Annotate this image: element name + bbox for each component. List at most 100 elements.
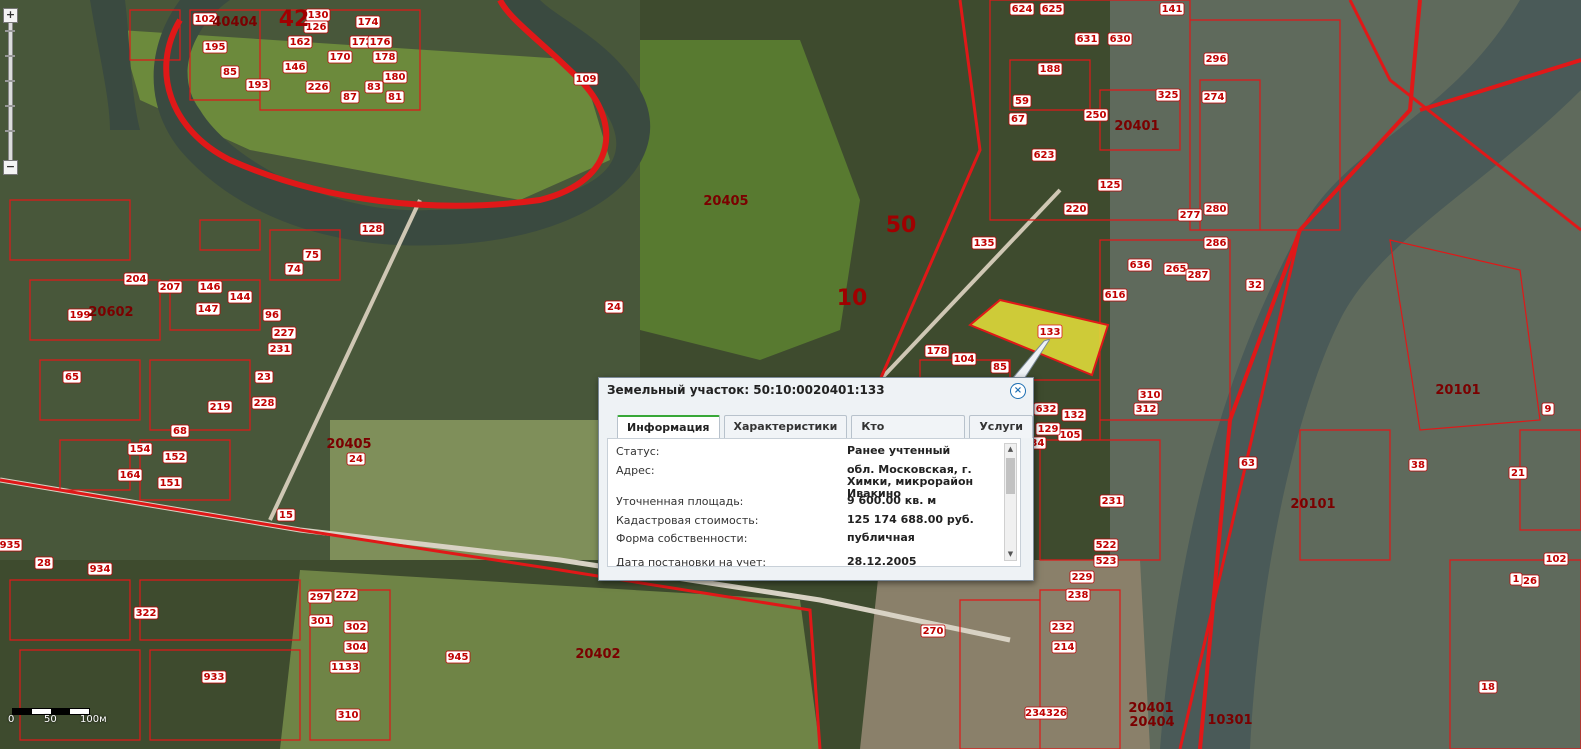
svg-text:146: 146 bbox=[285, 62, 306, 73]
svg-text:178: 178 bbox=[927, 346, 948, 357]
svg-text:277: 277 bbox=[1180, 210, 1201, 221]
parcel-label: 85 bbox=[220, 65, 240, 79]
quarter-label: 20405 bbox=[703, 194, 748, 209]
scale-label-zero: 0 bbox=[8, 714, 15, 725]
zoom-out-button[interactable]: − bbox=[3, 160, 18, 175]
parcel-label: 228 bbox=[251, 396, 277, 410]
zoom-tick bbox=[5, 55, 15, 57]
zoom-slider-track[interactable] bbox=[8, 8, 13, 170]
parcel-label: 934 bbox=[87, 562, 113, 576]
scroll-thumb[interactable] bbox=[1006, 458, 1015, 494]
parcel-label: 85 bbox=[990, 360, 1010, 374]
svg-text:297: 297 bbox=[310, 592, 331, 603]
quarter-label: 10 bbox=[837, 286, 868, 311]
parcel-label: 238 bbox=[1065, 588, 1091, 602]
popup-scrollbar[interactable]: ▲ ▼ bbox=[1004, 443, 1017, 561]
svg-text:23: 23 bbox=[257, 372, 271, 383]
parcel-label: 15 bbox=[276, 508, 296, 522]
popup-content[interactable]: Статус: Ранее учтенный Адрес: обл. Моско… bbox=[607, 438, 1021, 567]
parcel-label: 623 bbox=[1031, 148, 1057, 162]
parcel-info-popup: Земельный участок: 50:10:0020401:133 × И… bbox=[598, 377, 1034, 581]
map-canvas[interactable]: 133 10219519385109146170172162130126 1741… bbox=[0, 0, 1581, 749]
svg-text:59: 59 bbox=[1015, 96, 1029, 107]
quarter-label: 20402 bbox=[575, 647, 620, 662]
svg-text:146: 146 bbox=[200, 282, 221, 293]
scroll-up-icon[interactable]: ▲ bbox=[1006, 445, 1015, 454]
svg-text:24: 24 bbox=[607, 302, 621, 313]
svg-text:286: 286 bbox=[1206, 238, 1227, 249]
popup-tabs: Информация Характеристики Кто обслуживае… bbox=[617, 415, 1033, 455]
parcel-label: 170 bbox=[327, 50, 353, 64]
parcel-label: 144 bbox=[227, 290, 253, 304]
svg-text:188: 188 bbox=[1040, 64, 1061, 75]
svg-text:15: 15 bbox=[279, 510, 293, 521]
parcel-label: 24 bbox=[604, 300, 624, 314]
tab-information[interactable]: Информация bbox=[617, 415, 720, 439]
svg-text:130: 130 bbox=[308, 10, 329, 21]
svg-text:280: 280 bbox=[1206, 204, 1227, 215]
parcel-label: 277 bbox=[1177, 208, 1203, 222]
svg-text:32: 32 bbox=[1248, 280, 1262, 291]
svg-text:85: 85 bbox=[223, 67, 237, 78]
parcel-label: 265 bbox=[1163, 262, 1189, 276]
parcel-label: 193 bbox=[245, 78, 271, 92]
parcel-label: 270 bbox=[920, 624, 946, 638]
parcel-label: 301 bbox=[308, 614, 334, 628]
popup-pointer bbox=[1011, 339, 1050, 379]
zoom-in-button[interactable]: + bbox=[3, 8, 18, 23]
construction-site bbox=[860, 560, 1150, 749]
svg-text:154: 154 bbox=[130, 444, 151, 455]
zoom-control[interactable]: + − bbox=[2, 0, 18, 178]
tab-services[interactable]: Услуги bbox=[969, 415, 1033, 438]
svg-text:214: 214 bbox=[1054, 642, 1075, 653]
parcel-label: 96 bbox=[262, 308, 282, 322]
svg-text:301: 301 bbox=[311, 616, 332, 627]
parcel-label: 204 bbox=[123, 272, 149, 286]
parcel-label: 147 bbox=[195, 302, 221, 316]
parcel-label: 152 bbox=[162, 450, 188, 464]
svg-text:104: 104 bbox=[954, 354, 975, 365]
svg-text:141: 141 bbox=[1162, 4, 1183, 15]
parcel-label: 1 bbox=[1509, 572, 1523, 586]
parcel-label: 312 bbox=[1133, 402, 1159, 416]
scroll-down-icon[interactable]: ▼ bbox=[1006, 550, 1015, 559]
parcel-label: 87 bbox=[340, 90, 360, 104]
parcel-label: 229 bbox=[1069, 570, 1095, 584]
svg-text:312: 312 bbox=[1136, 404, 1157, 415]
info-value: 28.12.2005 bbox=[847, 555, 917, 567]
svg-text:623: 623 bbox=[1034, 150, 1055, 161]
close-icon[interactable]: × bbox=[1010, 383, 1026, 399]
svg-text:231: 231 bbox=[270, 344, 291, 355]
scale-bar: 0 50 100м bbox=[8, 702, 108, 732]
svg-text:1133: 1133 bbox=[331, 662, 359, 673]
quarter-label: 40404 bbox=[212, 15, 257, 30]
parcel-label: 132 bbox=[1061, 408, 1087, 422]
quarter-label: 20405 bbox=[326, 437, 371, 452]
tab-who-serves[interactable]: Кто обслуживает? bbox=[851, 415, 966, 455]
parcel-label: 286 bbox=[1203, 236, 1229, 250]
tab-characteristics[interactable]: Характеристики bbox=[723, 415, 848, 438]
parcel-label: 227 bbox=[271, 326, 297, 340]
svg-text:129: 129 bbox=[1038, 424, 1059, 435]
parcel-label: 176 bbox=[367, 35, 393, 49]
info-value: Ранее учтенный bbox=[847, 444, 951, 457]
parcel-label: 105 bbox=[1057, 428, 1083, 442]
svg-text:616: 616 bbox=[1105, 290, 1126, 301]
svg-text:174: 174 bbox=[358, 17, 379, 28]
svg-text:624: 624 bbox=[1012, 4, 1033, 15]
parcel-label: 162 bbox=[287, 35, 313, 49]
parcel-label: 130 bbox=[305, 8, 331, 22]
parcel-label: 81 bbox=[385, 90, 405, 104]
parcel-label: 523 bbox=[1093, 554, 1119, 568]
svg-text:274: 274 bbox=[1204, 92, 1225, 103]
parcel-label: 207 bbox=[157, 280, 183, 294]
parcel-label: 219 bbox=[207, 400, 233, 414]
svg-text:162: 162 bbox=[290, 37, 311, 48]
svg-text:81: 81 bbox=[388, 92, 402, 103]
parcel-label: 21 bbox=[1508, 466, 1528, 480]
parcel-label: 32 bbox=[1245, 278, 1265, 292]
svg-text:933: 933 bbox=[204, 672, 225, 683]
svg-text:74: 74 bbox=[287, 264, 301, 275]
parcel-label: 632 bbox=[1033, 402, 1059, 416]
svg-text:238: 238 bbox=[1068, 590, 1089, 601]
